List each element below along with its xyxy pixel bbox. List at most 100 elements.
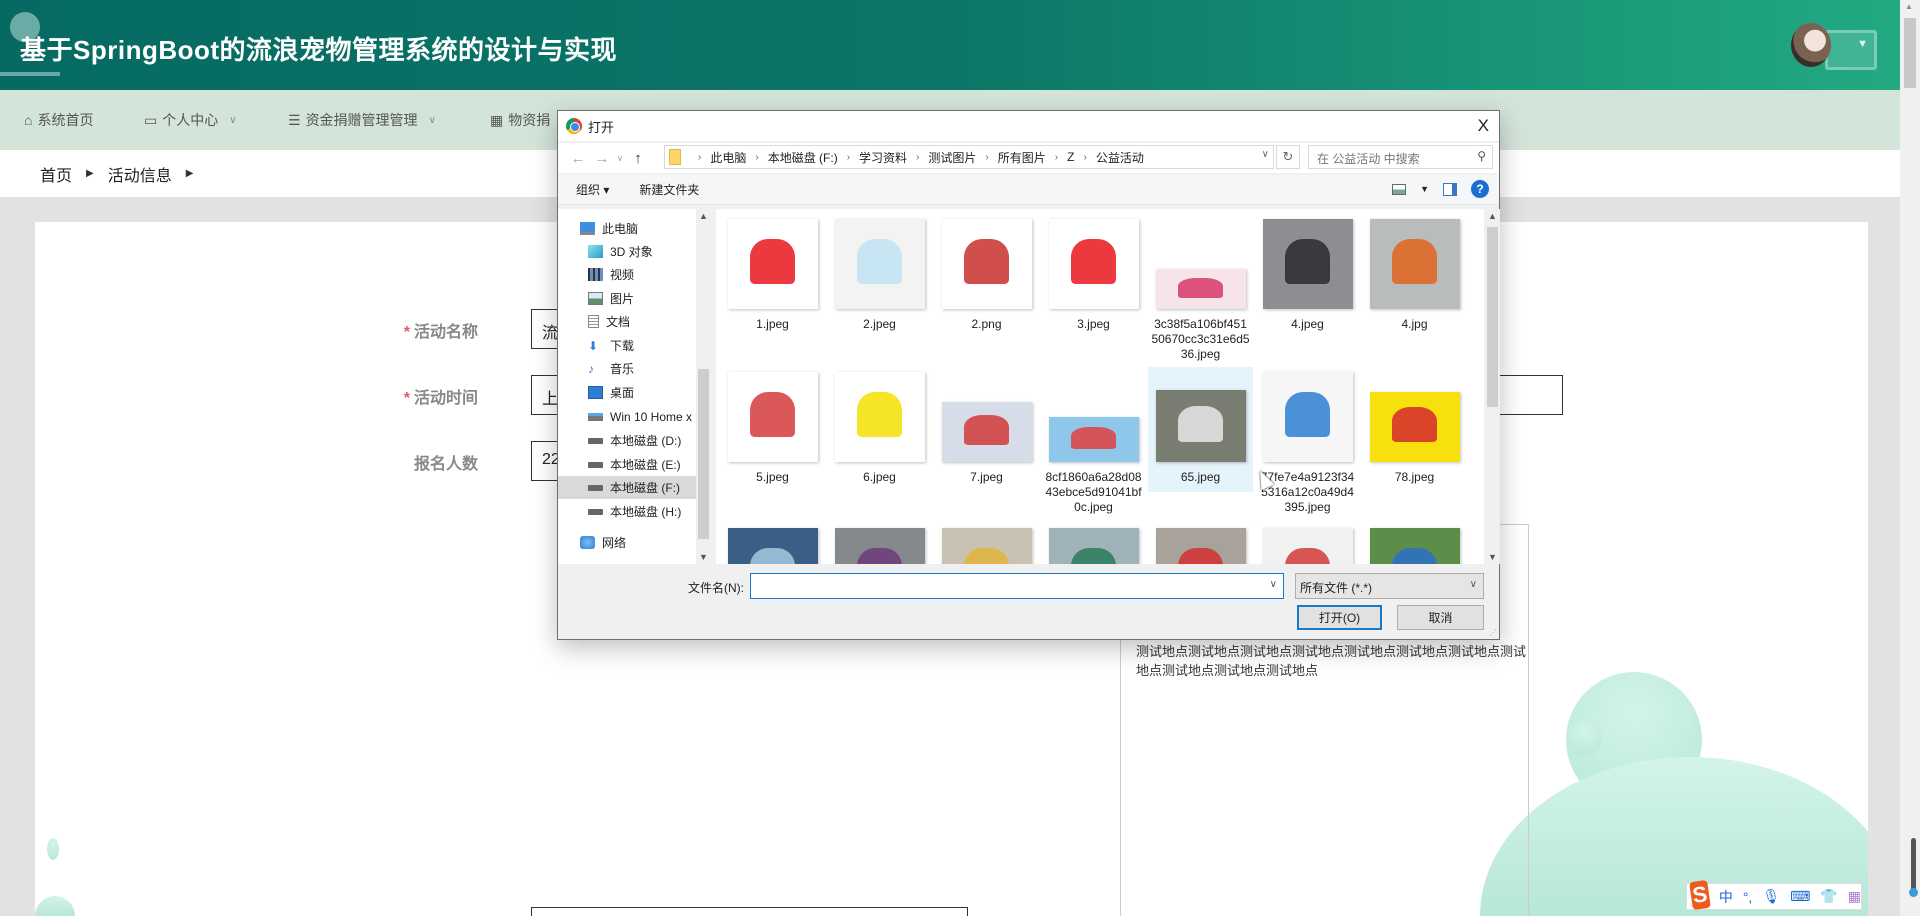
nav-item-fund-donation[interactable]: ☰ 资金捐赠管理管理 ∨ [288,90,436,150]
chevron-down-icon[interactable]: ∨ [1262,149,1269,160]
refresh-button[interactable]: ↻ [1276,145,1300,169]
file-item[interactable]: 3.jpeg [1041,219,1146,332]
page-scrollbar[interactable]: ▲ [1900,0,1920,916]
file-item[interactable] [827,528,932,564]
scrollbar-thumb[interactable] [1904,18,1916,88]
keyboard-icon[interactable]: ⌨ [1790,888,1810,905]
file-item[interactable] [1362,528,1467,564]
address-bar[interactable]: › 此电脑 › 本地磁盘 (F:) › 学习资料 › 测试图片 › 所有图片 › Z › 公… [664,145,1274,169]
resize-grip-icon[interactable]: ⋰ [1489,628,1497,637]
dialog-title: 打开 [588,119,615,135]
help-icon[interactable]: ? [1471,180,1489,198]
scrollbar-thumb[interactable] [698,369,709,539]
path-segment[interactable]: 学习资料 [859,149,907,166]
file-item[interactable]: 6.jpeg [827,372,932,485]
tree-item[interactable]: 本地磁盘 (H:) [558,500,696,523]
tree-item[interactable]: 视频 [558,263,696,286]
tree-item[interactable]: 图片 [558,287,696,310]
search-input[interactable]: 在 公益活动 中搜索 ⚲ [1308,145,1493,169]
path-segment[interactable]: 本地磁盘 (F:) [768,149,838,166]
file-item[interactable] [1041,528,1146,564]
breadcrumb-home[interactable]: 首页 [40,162,72,186]
path-separator-icon: › [1083,151,1087,163]
file-item[interactable]: 1.jpeg [720,219,825,332]
recent-dropdown-icon[interactable]: ∨ [614,153,626,164]
cancel-button[interactable]: 取消 [1397,605,1484,630]
chevron-down-icon[interactable]: ∨ [1270,579,1277,590]
file-item[interactable]: 65.jpeg [1148,367,1253,492]
view-options-icon[interactable] [1392,183,1407,195]
ime-mode-toggle[interactable]: 中 [1719,887,1733,907]
view-dropdown-icon[interactable]: ▼ [1420,184,1429,194]
file-grid-scrollbar[interactable]: ▲ ▼ [1485,209,1500,564]
back-icon[interactable]: ← [566,150,590,167]
file-item[interactable] [720,528,825,564]
skin-icon[interactable]: 👕 [1820,888,1837,905]
path-segment[interactable]: 测试图片 [928,149,976,166]
thumbnail-content [857,547,902,564]
tree-item[interactable]: Win 10 Home x [558,405,696,428]
file-item[interactable]: 77fe7e4a9123f345316a12c0a49d4395.jpeg [1255,372,1360,515]
scrollbar-thumb[interactable] [1487,227,1498,407]
mic-icon[interactable]: 🎙 [1762,888,1780,905]
tree-item[interactable]: 网络 [558,531,696,554]
scroll-up-icon[interactable]: ▲ [1905,2,1913,11]
desktop-icon [588,386,603,399]
file-item[interactable]: 2.jpeg [827,219,932,332]
tree-item[interactable]: 此电脑 [558,217,696,240]
file-item[interactable]: 2.png [934,219,1039,332]
path-segment[interactable]: 公益活动 [1096,149,1144,166]
filename-input[interactable]: ∨ [750,573,1284,599]
nav-item-profile[interactable]: ▭ 个人中心 ∨ [144,90,237,150]
forward-icon[interactable]: → [590,150,614,167]
breadcrumb-separator-icon: ▶ [86,168,94,179]
user-avatar[interactable] [1791,23,1831,67]
dropdown-arrow-icon[interactable]: ▼ [1857,38,1868,50]
scroll-up-icon[interactable]: ▲ [1488,211,1497,221]
file-item[interactable]: 4.jpeg [1255,219,1360,332]
volume-slider[interactable] [1909,838,1918,897]
new-folder-button[interactable]: 新建文件夹 [639,181,699,198]
punctuation-toggle[interactable]: °, [1743,889,1753,905]
navigation-scrollbar[interactable]: ▲ ▼ [696,209,711,564]
file-item[interactable] [1148,528,1253,564]
file-item[interactable] [1255,528,1360,564]
open-button[interactable]: 打开(O) [1297,605,1382,630]
breadcrumb-current[interactable]: 活动信息 [108,162,172,186]
scroll-up-icon[interactable]: ▲ [699,211,708,221]
preview-pane-icon[interactable] [1443,182,1457,196]
tree-item[interactable]: 3D 对象 [558,240,696,263]
bottom-field[interactable] [531,907,968,916]
network-icon [580,536,595,549]
scroll-down-icon[interactable]: ▼ [1488,552,1497,562]
tree-item[interactable]: 桌面 [558,381,696,404]
file-item[interactable] [934,528,1039,564]
sogou-logo-icon[interactable]: S [1689,879,1711,910]
nav-item-material-donation[interactable]: ▦ 物资捐 [490,90,550,150]
file-item[interactable]: 4.jpg [1362,219,1467,332]
scroll-down-icon[interactable]: ▼ [699,552,708,562]
path-segment[interactable]: 所有图片 [998,149,1046,166]
tree-item[interactable]: 文档 [558,310,696,333]
location-text: 测试地点测试地点测试地点测试地点测试地点测试地点测试地点测试地点测试地点测试地点… [1136,644,1527,678]
file-item[interactable]: 5.jpeg [720,372,825,485]
tree-item[interactable]: ♪ 音乐 [558,357,696,380]
path-segment[interactable]: Z [1067,150,1074,164]
nav-item-home[interactable]: ⌂ 系统首页 [24,90,93,150]
tree-item[interactable]: 本地磁盘 (D:) [558,429,696,452]
up-icon[interactable]: ↑ [626,150,650,167]
tree-item[interactable]: ⬇ 下载 [558,334,696,357]
search-placeholder: 在 公益活动 中搜索 [1317,152,1420,166]
file-item[interactable]: 7.jpeg [934,372,1039,485]
file-item[interactable]: 8cf1860a6a28d0843ebce5d91041bf0c.jpeg [1041,372,1146,515]
tree-item[interactable]: 本地磁盘 (F:) [558,476,696,499]
file-item[interactable]: 78.jpeg [1362,372,1467,485]
file-item[interactable]: 3c38f5a106bf45150670cc3c31e6d536.jpeg [1148,219,1253,362]
apps-icon[interactable]: ▦ [1848,888,1861,905]
dialog-toolbar: 组织 ▾ 新建文件夹 ▼ ? [558,175,1499,205]
filetype-select[interactable]: 所有文件 (*.*) ∨ [1295,573,1484,599]
close-button[interactable]: X [1478,116,1489,136]
tree-item[interactable]: 本地磁盘 (E:) [558,453,696,476]
organize-button[interactable]: 组织 ▾ [576,181,609,198]
path-segment[interactable]: 此电脑 [710,149,746,166]
